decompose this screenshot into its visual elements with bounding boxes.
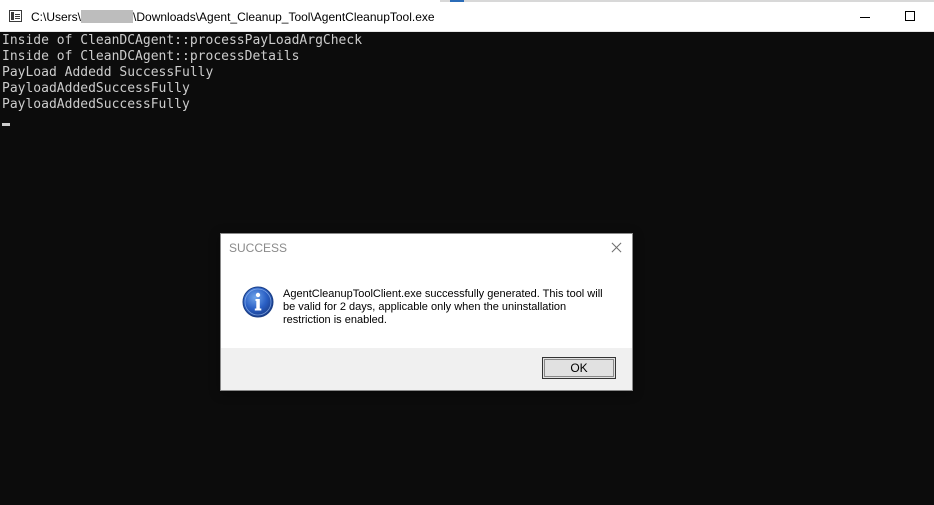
information-icon xyxy=(242,286,274,318)
window-title-prefix: C:\Users\ xyxy=(31,10,82,24)
dialog-title: SUCCESS xyxy=(229,241,288,255)
console-line: PayLoad Addedd SuccessFully xyxy=(2,65,214,80)
desktop: C:\Users\ \Downloads\Agent_Cleanup_Tool\A… xyxy=(0,0,934,505)
maximize-button[interactable] xyxy=(888,2,934,32)
console-line: PayloadAddedSuccessFully xyxy=(2,97,190,112)
dialog-message: AgentCleanupToolClient.exe successfully … xyxy=(283,288,603,326)
window-title: C:\Users\ \Downloads\Agent_Cleanup_Tool\A… xyxy=(31,9,435,25)
ok-button[interactable]: OK xyxy=(542,357,616,379)
redacted-username xyxy=(81,10,134,23)
window-title-suffix: \Downloads\Agent_Cleanup_Tool\AgentClean… xyxy=(133,10,435,24)
text-cursor xyxy=(2,123,10,126)
close-icon[interactable] xyxy=(601,235,631,259)
console-app-icon[interactable] xyxy=(9,10,22,22)
console-line: Inside of CleanDCAgent::processPayLoadAr… xyxy=(2,33,363,48)
success-dialog: SUCCESS AgentCleanupToolClient.exe succe… xyxy=(220,233,633,391)
console-line: Inside of CleanDCAgent::processDetails xyxy=(2,49,300,64)
maximize-icon xyxy=(905,11,915,21)
minimize-icon xyxy=(860,17,870,18)
console-line: PayloadAddedSuccessFully xyxy=(2,81,190,96)
dialog-footer: OK xyxy=(221,348,632,390)
minimize-button[interactable] xyxy=(842,2,888,32)
window-titlebar[interactable]: C:\Users\ \Downloads\Agent_Cleanup_Tool\A… xyxy=(0,2,934,32)
